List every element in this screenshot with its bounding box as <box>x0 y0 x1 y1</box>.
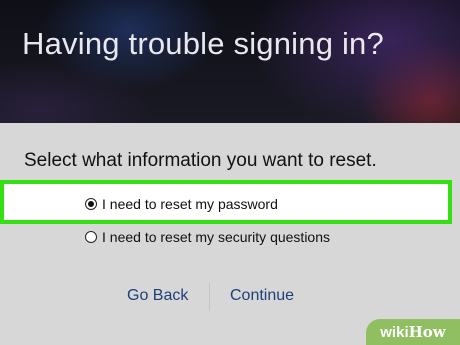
button-divider <box>209 283 210 311</box>
logo-text-wiki: wiki <box>380 323 409 341</box>
option-reset-security-questions[interactable]: I need to reset my security questions <box>85 227 330 247</box>
page-title: Having trouble signing in? <box>22 26 384 61</box>
radio-selected-icon[interactable] <box>85 198 97 210</box>
header-banner: Having trouble signing in? <box>0 0 460 123</box>
radio-unselected-icon[interactable] <box>85 231 97 243</box>
option-label: I need to reset my security questions <box>102 229 330 245</box>
logo-text-how: How <box>408 323 446 341</box>
continue-button[interactable]: Continue <box>230 287 294 305</box>
wikihow-logo: wiki How <box>366 319 460 345</box>
option-reset-password[interactable]: I need to reset my password <box>85 194 278 214</box>
option-label: I need to reset my password <box>102 196 278 212</box>
reset-prompt: Select what information you want to rese… <box>24 150 377 171</box>
go-back-button[interactable]: Go Back <box>127 287 188 305</box>
